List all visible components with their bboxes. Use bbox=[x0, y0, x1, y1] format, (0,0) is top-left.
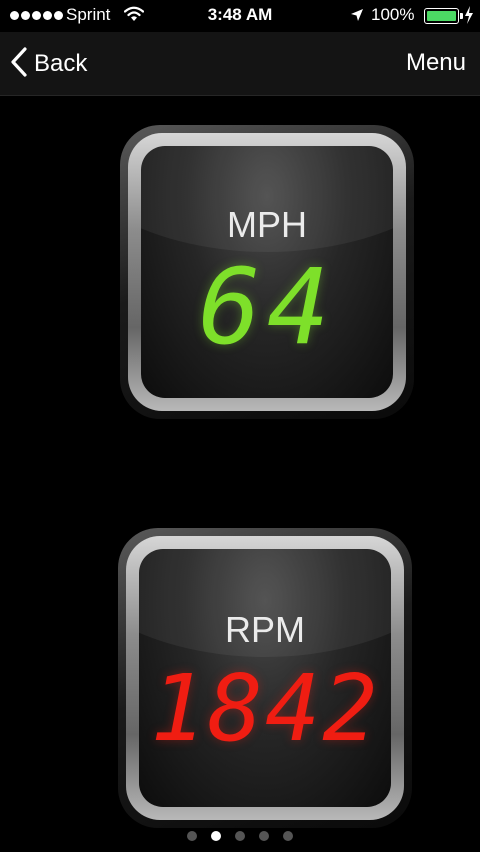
rpm-unit-label: RPM bbox=[225, 609, 305, 650]
chevron-left-icon bbox=[10, 46, 28, 82]
navigation-bar: Back Menu bbox=[0, 32, 480, 96]
page-dot[interactable] bbox=[211, 831, 221, 841]
battery-icon bbox=[424, 8, 463, 24]
status-bar: Sprint 3:48 AM 100% bbox=[0, 0, 480, 32]
speed-gauge: MPH 64 bbox=[120, 125, 414, 419]
page-dot[interactable] bbox=[235, 831, 245, 841]
gauge-face: RPM 1842 bbox=[139, 549, 391, 807]
speed-unit-label: MPH bbox=[227, 204, 307, 245]
rpm-gauge: RPM 1842 bbox=[118, 528, 412, 828]
page-dot[interactable] bbox=[283, 831, 293, 841]
gauge-bezel: RPM 1842 bbox=[126, 536, 404, 820]
battery-percent: 100% bbox=[371, 5, 415, 24]
charging-bolt-icon bbox=[464, 6, 474, 29]
back-label: Back bbox=[34, 50, 88, 77]
menu-button[interactable]: Menu bbox=[406, 49, 466, 77]
page-dot[interactable] bbox=[259, 831, 269, 841]
gauge-face: MPH 64 bbox=[141, 146, 393, 398]
speed-value: 64 bbox=[198, 246, 336, 368]
location-arrow-icon bbox=[350, 8, 364, 27]
page-control[interactable] bbox=[0, 831, 480, 841]
page-dot[interactable] bbox=[187, 831, 197, 841]
rpm-value: 1842 bbox=[150, 655, 380, 762]
gauge-bezel: MPH 64 bbox=[128, 133, 406, 411]
back-button[interactable]: Back bbox=[10, 46, 87, 82]
